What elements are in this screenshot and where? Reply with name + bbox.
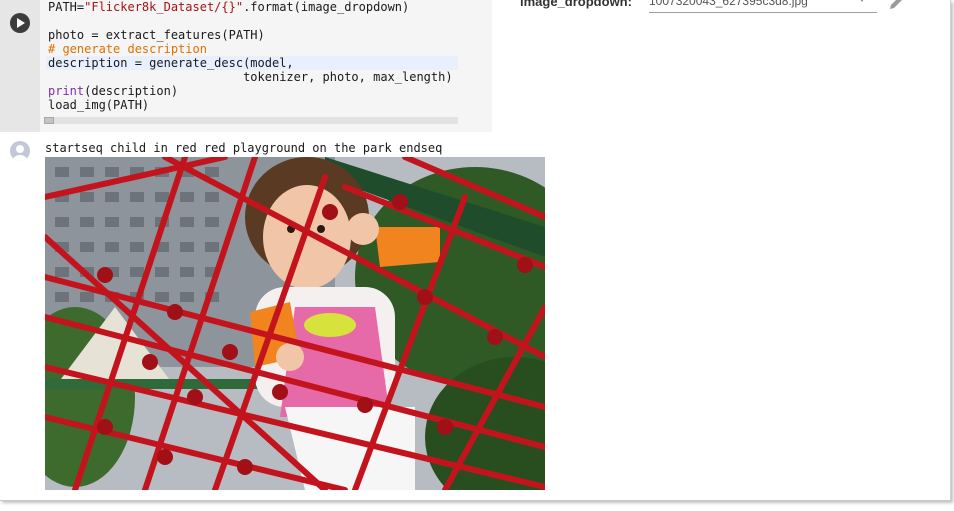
code-line: tokenizer, photo, max_length) — [48, 70, 453, 84]
chevron-down-icon: ▼ — [857, 0, 867, 5]
pencil-icon[interactable] — [889, 0, 903, 10]
image-dropdown-select[interactable]: 1007320043_627395c3d8.jpg ▼ — [649, 0, 877, 13]
avatar-icon — [10, 141, 30, 161]
form-field-label: image_dropdown: — [520, 0, 632, 9]
notebook-cell: PATH="Flicker8k_Dataset/{}".format(image… — [0, 0, 951, 501]
code-editor[interactable]: PATH="Flicker8k_Dataset/{}".format(image… — [40, 0, 492, 132]
play-icon — [17, 18, 25, 28]
code-line: description = generate_desc(model, — [48, 56, 294, 70]
cell-gutter — [0, 0, 40, 132]
code-comment: # generate description — [48, 42, 207, 56]
dropdown-value: 1007320043_627395c3d8.jpg — [649, 0, 808, 8]
code-line: print(description) — [48, 84, 179, 98]
code-line: load_img(PATH) — [48, 98, 150, 112]
output-image — [45, 157, 545, 490]
scrollbar-thumb[interactable] — [44, 117, 54, 124]
output-caption: startseq child in red red playground on … — [45, 141, 443, 155]
code-line: PATH="Flicker8k_Dataset/{}".format(image… — [48, 0, 410, 14]
code-line: photo = extract_features(PATH) — [48, 28, 265, 42]
horizontal-scrollbar[interactable] — [44, 117, 458, 124]
run-cell-button[interactable] — [10, 13, 30, 33]
